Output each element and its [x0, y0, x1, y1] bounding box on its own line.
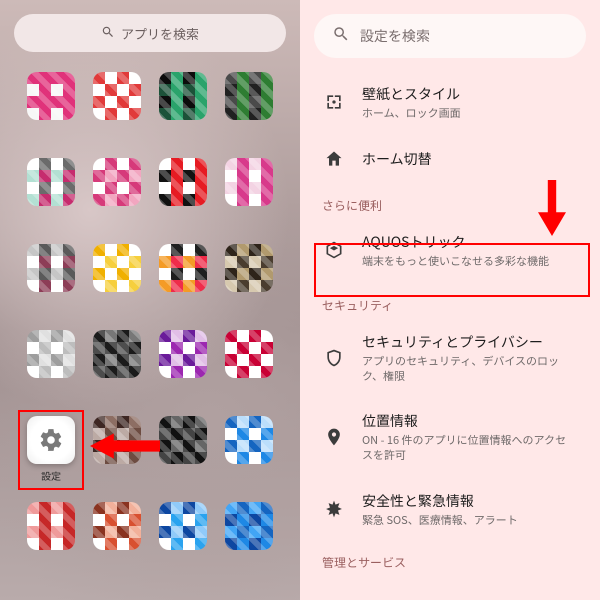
app-icon[interactable] — [88, 330, 146, 416]
app-icon[interactable] — [154, 502, 212, 588]
app-icon[interactable] — [220, 330, 278, 416]
settings-item-security-privacy[interactable]: セキュリティとプライバシー アプリのセキュリティ、デバイスのロック、権限 — [300, 318, 600, 398]
app-icon[interactable] — [220, 158, 278, 244]
settings-search-bar[interactable]: 設定を検索 — [314, 14, 586, 58]
app-icon[interactable] — [154, 416, 212, 502]
app-icon[interactable] — [154, 72, 212, 158]
settings-item-wallpaper[interactable]: 壁紙とスタイル ホーム、ロック画面 — [300, 70, 600, 135]
app-icon[interactable] — [154, 330, 212, 416]
app-icon[interactable] — [22, 244, 80, 330]
emergency-icon — [322, 499, 346, 519]
app-icon[interactable] — [88, 244, 146, 330]
settings-app[interactable]: 設定 — [22, 416, 80, 502]
section-label-more: さらに便利 — [300, 183, 600, 218]
settings-item-home-switch[interactable]: ホーム切替 — [300, 135, 600, 183]
search-icon — [101, 24, 115, 43]
app-icon[interactable] — [220, 502, 278, 588]
app-drawer-screen: アプリを検索 設定 — [0, 0, 300, 600]
app-icon[interactable] — [88, 158, 146, 244]
app-search-placeholder: アプリを検索 — [121, 24, 199, 43]
settings-item-safety-emergency[interactable]: 安全性と緊急情報 緊急 SOS、医療情報、アラート — [300, 477, 600, 542]
search-icon — [332, 25, 350, 48]
settings-search-placeholder: 設定を検索 — [360, 26, 430, 46]
section-label-security: セキュリティ — [300, 283, 600, 318]
app-icon[interactable] — [154, 244, 212, 330]
app-icon[interactable] — [22, 158, 80, 244]
settings-list: 壁紙とスタイル ホーム、ロック画面 ホーム切替 さらに便利 AQUOSトリック … — [300, 66, 600, 600]
cube-icon — [322, 240, 346, 260]
wallpaper-icon — [322, 92, 346, 112]
shield-icon — [322, 348, 346, 368]
location-pin-icon — [322, 427, 346, 447]
app-icon[interactable] — [88, 416, 146, 502]
section-label-management: 管理とサービス — [300, 542, 600, 571]
app-icon[interactable] — [220, 72, 278, 158]
app-icon[interactable] — [22, 72, 80, 158]
app-icon[interactable] — [22, 330, 80, 416]
settings-screen: 設定を検索 壁紙とスタイル ホーム、ロック画面 ホーム切替 さらに便利 — [300, 0, 600, 600]
gear-icon — [27, 416, 75, 464]
home-icon — [322, 149, 346, 169]
app-icon[interactable] — [220, 244, 278, 330]
app-icon[interactable] — [22, 502, 80, 588]
app-icon[interactable] — [154, 158, 212, 244]
settings-item-aquos-trick[interactable]: AQUOSトリック 端末をもっと使いこなせる多彩な機能 — [300, 218, 600, 283]
app-icon[interactable] — [88, 72, 146, 158]
app-search-bar[interactable]: アプリを検索 — [14, 14, 286, 52]
settings-item-location[interactable]: 位置情報 ON - 16 件のアプリに位置情報へのアクセスを許可 — [300, 397, 600, 477]
app-icon[interactable] — [220, 416, 278, 502]
app-icon[interactable] — [88, 502, 146, 588]
app-grid: 設定 — [22, 72, 278, 590]
settings-app-label: 設定 — [41, 468, 61, 483]
